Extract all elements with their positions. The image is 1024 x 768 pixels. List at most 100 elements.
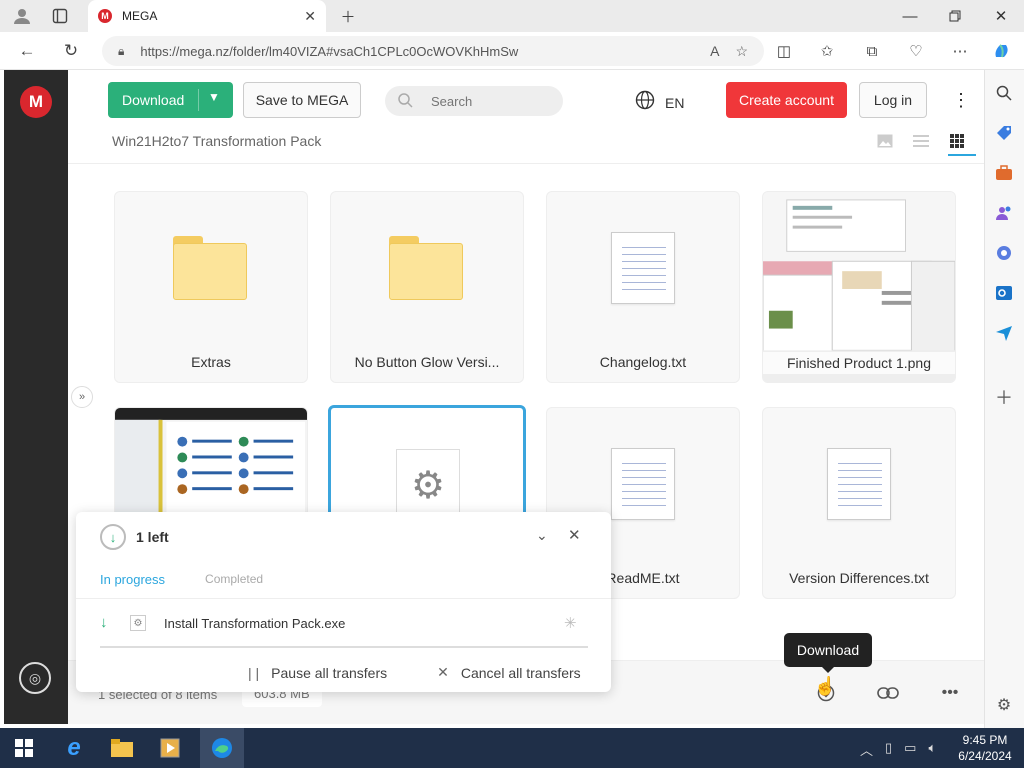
- text-file-icon: [611, 448, 675, 520]
- kebab-menu-icon[interactable]: ⋮: [952, 90, 970, 111]
- restore-icon[interactable]: [943, 4, 967, 28]
- back-icon[interactable]: ←: [16, 40, 38, 62]
- login-button[interactable]: Log in: [859, 82, 927, 118]
- more-horizontal-icon[interactable]: •••: [938, 681, 962, 705]
- gallery-view-icon[interactable]: [876, 132, 894, 150]
- office-icon[interactable]: [993, 242, 1015, 264]
- transfers-left-count: 1 left: [136, 529, 169, 545]
- search-icon[interactable]: [993, 82, 1015, 104]
- collections-icon[interactable]: ⧉: [862, 41, 882, 61]
- link-icon[interactable]: [876, 681, 900, 705]
- content-divider: [68, 163, 984, 164]
- add-icon[interactable]: ＋: [993, 386, 1015, 408]
- usb-icon[interactable]: ▯: [885, 740, 892, 759]
- globe-icon: [635, 90, 655, 115]
- favorites-icon[interactable]: ✩: [817, 41, 837, 61]
- download-button[interactable]: Download ▼: [108, 82, 233, 118]
- save-to-mega-button[interactable]: Save to MEGA: [243, 82, 361, 118]
- collapse-chevron-icon[interactable]: ⌄: [536, 527, 548, 544]
- address-bar: ← ↻ 🔒︎ https://mega.nz/folder/lm40VIZA#v…: [0, 32, 1024, 70]
- expand-sidebar-icon[interactable]: »: [71, 386, 93, 408]
- send-icon[interactable]: [993, 322, 1015, 344]
- text-file-icon: [827, 448, 891, 520]
- file-name: Changelog.txt: [599, 354, 687, 370]
- split-screen-icon[interactable]: ◫: [774, 41, 794, 61]
- list-view-icon[interactable]: [912, 132, 930, 150]
- mega-favicon-icon: M: [98, 9, 112, 23]
- pause-icon: | |: [248, 664, 260, 681]
- chevron-down-icon[interactable]: ▼: [208, 90, 220, 104]
- mega-status-icon[interactable]: ◎: [19, 662, 51, 694]
- transfer-row[interactable]: ↓ ⚙ Install Transformation Pack.exe ✳: [100, 612, 588, 648]
- file-tile[interactable]: No Button Glow Versi...: [330, 191, 524, 383]
- language-label: EN: [665, 94, 685, 111]
- new-tab-icon[interactable]: ＋: [338, 6, 358, 26]
- mouse-cursor-icon: ☝: [814, 676, 837, 696]
- minimize-icon[interactable]: —: [898, 4, 922, 28]
- settings-gear-icon[interactable]: ⚙: [993, 694, 1015, 716]
- folder-icon: [389, 236, 463, 300]
- internet-explorer-icon[interactable]: e: [60, 734, 88, 762]
- network-icon[interactable]: ▭: [904, 740, 916, 759]
- show-hidden-icon[interactable]: ︿: [860, 740, 873, 759]
- close-transfers-icon[interactable]: ✕: [568, 526, 581, 544]
- file-name: No Button Glow Versi...: [354, 354, 500, 370]
- pause-all-button[interactable]: | | Pause all transfers: [248, 664, 387, 681]
- close-tab-icon[interactable]: ✕: [304, 8, 316, 25]
- cancel-all-button[interactable]: ✕ Cancel all transfers: [437, 664, 581, 681]
- mega-logo-icon[interactable]: M: [20, 86, 52, 118]
- transfer-header: ↓ 1 left ⌄ ✕: [76, 512, 611, 562]
- file-tile[interactable]: Extras: [114, 191, 308, 383]
- search-input[interactable]: [431, 93, 551, 109]
- view-switcher: [876, 132, 966, 150]
- transfer-actions: | | Pause all transfers ✕ Cancel all tra…: [248, 664, 581, 681]
- search-icon: [397, 92, 413, 111]
- browser-tab-bar: M MEGA ✕ ＋ — ✕: [0, 0, 1024, 32]
- windows-start-icon[interactable]: [10, 734, 38, 762]
- url-text: https://mega.nz/folder/lm40VIZA#vsaCh1CP…: [140, 43, 519, 59]
- file-name: Version Differences.txt: [789, 570, 929, 586]
- shopping-tag-icon[interactable]: [993, 122, 1015, 144]
- language-selector[interactable]: EN: [635, 90, 684, 115]
- favorite-star-icon[interactable]: ☆: [735, 43, 748, 60]
- profile-icon[interactable]: [12, 6, 32, 26]
- tools-briefcase-icon[interactable]: [993, 162, 1015, 184]
- tab-title: MEGA: [122, 9, 158, 23]
- read-aloud-icon[interactable]: A: [710, 43, 719, 59]
- search-box[interactable]: [385, 86, 563, 116]
- transfer-tabs: In progress Completed: [100, 572, 263, 587]
- download-arrow-icon: ↓: [100, 614, 108, 631]
- tab-completed[interactable]: Completed: [205, 572, 263, 587]
- breadcrumb[interactable]: Win21H2to7 Transformation Pack: [112, 133, 321, 149]
- outlook-icon[interactable]: [993, 282, 1015, 304]
- active-tab[interactable]: M MEGA ✕: [88, 0, 326, 32]
- transfer-file-name: Install Transformation Pack.exe: [164, 616, 346, 631]
- copilot-icon[interactable]: [992, 41, 1012, 61]
- people-icon[interactable]: [993, 202, 1015, 224]
- cancel-all-label: Cancel all transfers: [460, 664, 581, 681]
- create-account-button[interactable]: Create account: [726, 82, 847, 118]
- grid-view-icon[interactable]: [948, 132, 966, 150]
- refresh-icon[interactable]: ↻: [60, 40, 82, 62]
- file-explorer-icon[interactable]: [108, 734, 136, 762]
- media-player-icon[interactable]: [156, 734, 184, 762]
- transfer-divider: [76, 598, 611, 599]
- tab-actions-icon[interactable]: [50, 6, 70, 26]
- more-options-icon[interactable]: ⋯: [950, 41, 970, 61]
- download-tooltip: Download: [784, 633, 872, 673]
- file-tile[interactable]: Finished Product 1.png: [762, 191, 956, 383]
- close-window-icon[interactable]: ✕: [989, 4, 1013, 28]
- browser-essentials-icon[interactable]: ♡: [906, 41, 926, 61]
- system-clock[interactable]: 9:45 PM 6/24/2024: [950, 732, 1020, 764]
- grid-view-active-indicator: [948, 154, 976, 156]
- text-file-icon: [611, 232, 675, 304]
- url-field[interactable]: 🔒︎ https://mega.nz/folder/lm40VIZA#vsaCh…: [102, 36, 764, 66]
- file-tile[interactable]: Version Differences.txt: [762, 407, 956, 599]
- edge-browser-icon[interactable]: [208, 734, 236, 762]
- clock-time: 9:45 PM: [962, 733, 1008, 747]
- file-tile[interactable]: Changelog.txt: [546, 191, 740, 383]
- volume-icon[interactable]: 🔈︎: [928, 740, 936, 759]
- download-button-label: Download: [122, 92, 185, 108]
- tab-in-progress[interactable]: In progress: [100, 572, 165, 587]
- download-divider: [198, 89, 199, 111]
